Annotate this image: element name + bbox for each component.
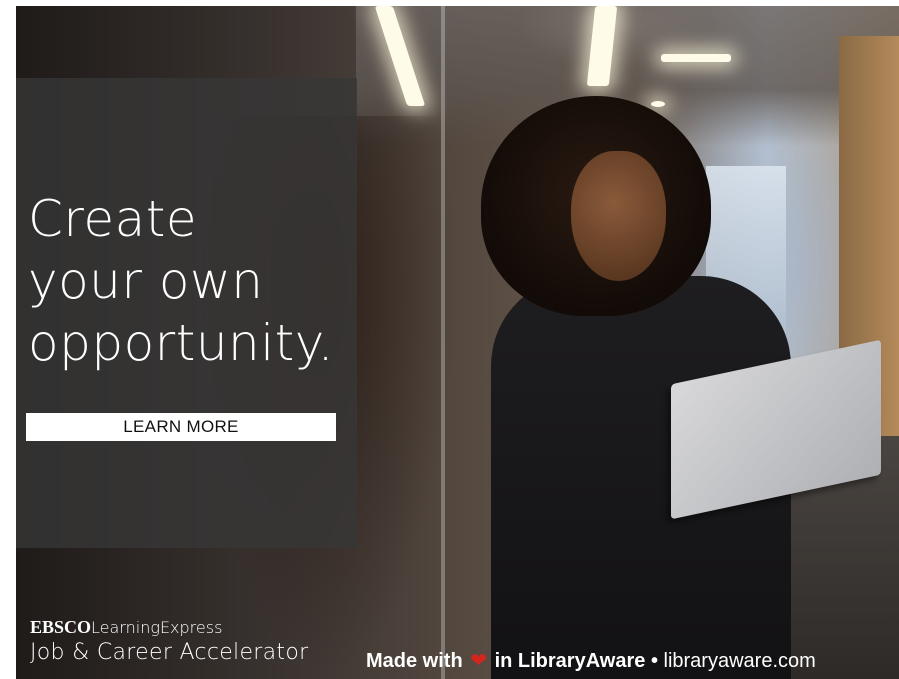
headline: Create your own opportunity. — [28, 188, 334, 374]
ceiling-spotlight — [651, 101, 665, 107]
headline-panel: Create your own opportunity. — [16, 78, 357, 548]
headline-line-1: Create — [28, 190, 198, 248]
learn-more-button[interactable]: LEARN MORE — [26, 413, 336, 441]
made-with-text: Made with — [366, 650, 463, 672]
brand-product-line: LearningExpress — [91, 618, 223, 637]
heart-icon: ❤ — [470, 650, 487, 672]
ceiling-light-panel — [661, 54, 731, 62]
bullet-separator: • — [650, 650, 658, 672]
person-face — [571, 151, 666, 281]
glass-wall-edge — [441, 6, 445, 679]
brand-company: EBSCO — [30, 617, 92, 637]
made-with-credit: Made with ❤ in LibraryAware • libraryawa… — [366, 647, 816, 675]
headline-line-3: opportunity. — [28, 314, 335, 372]
libraryaware-link[interactable]: libraryaware.com — [664, 650, 816, 672]
headline-line-2: your own — [28, 252, 264, 310]
brand-product-name: Job & Career Accelerator — [30, 640, 309, 665]
brand-logo: EBSCOLearningExpress Job & Career Accele… — [30, 617, 308, 668]
promo-banner: Create your own opportunity. LEARN MORE … — [16, 6, 899, 679]
in-libraryaware-text: in LibraryAware — [494, 650, 646, 672]
